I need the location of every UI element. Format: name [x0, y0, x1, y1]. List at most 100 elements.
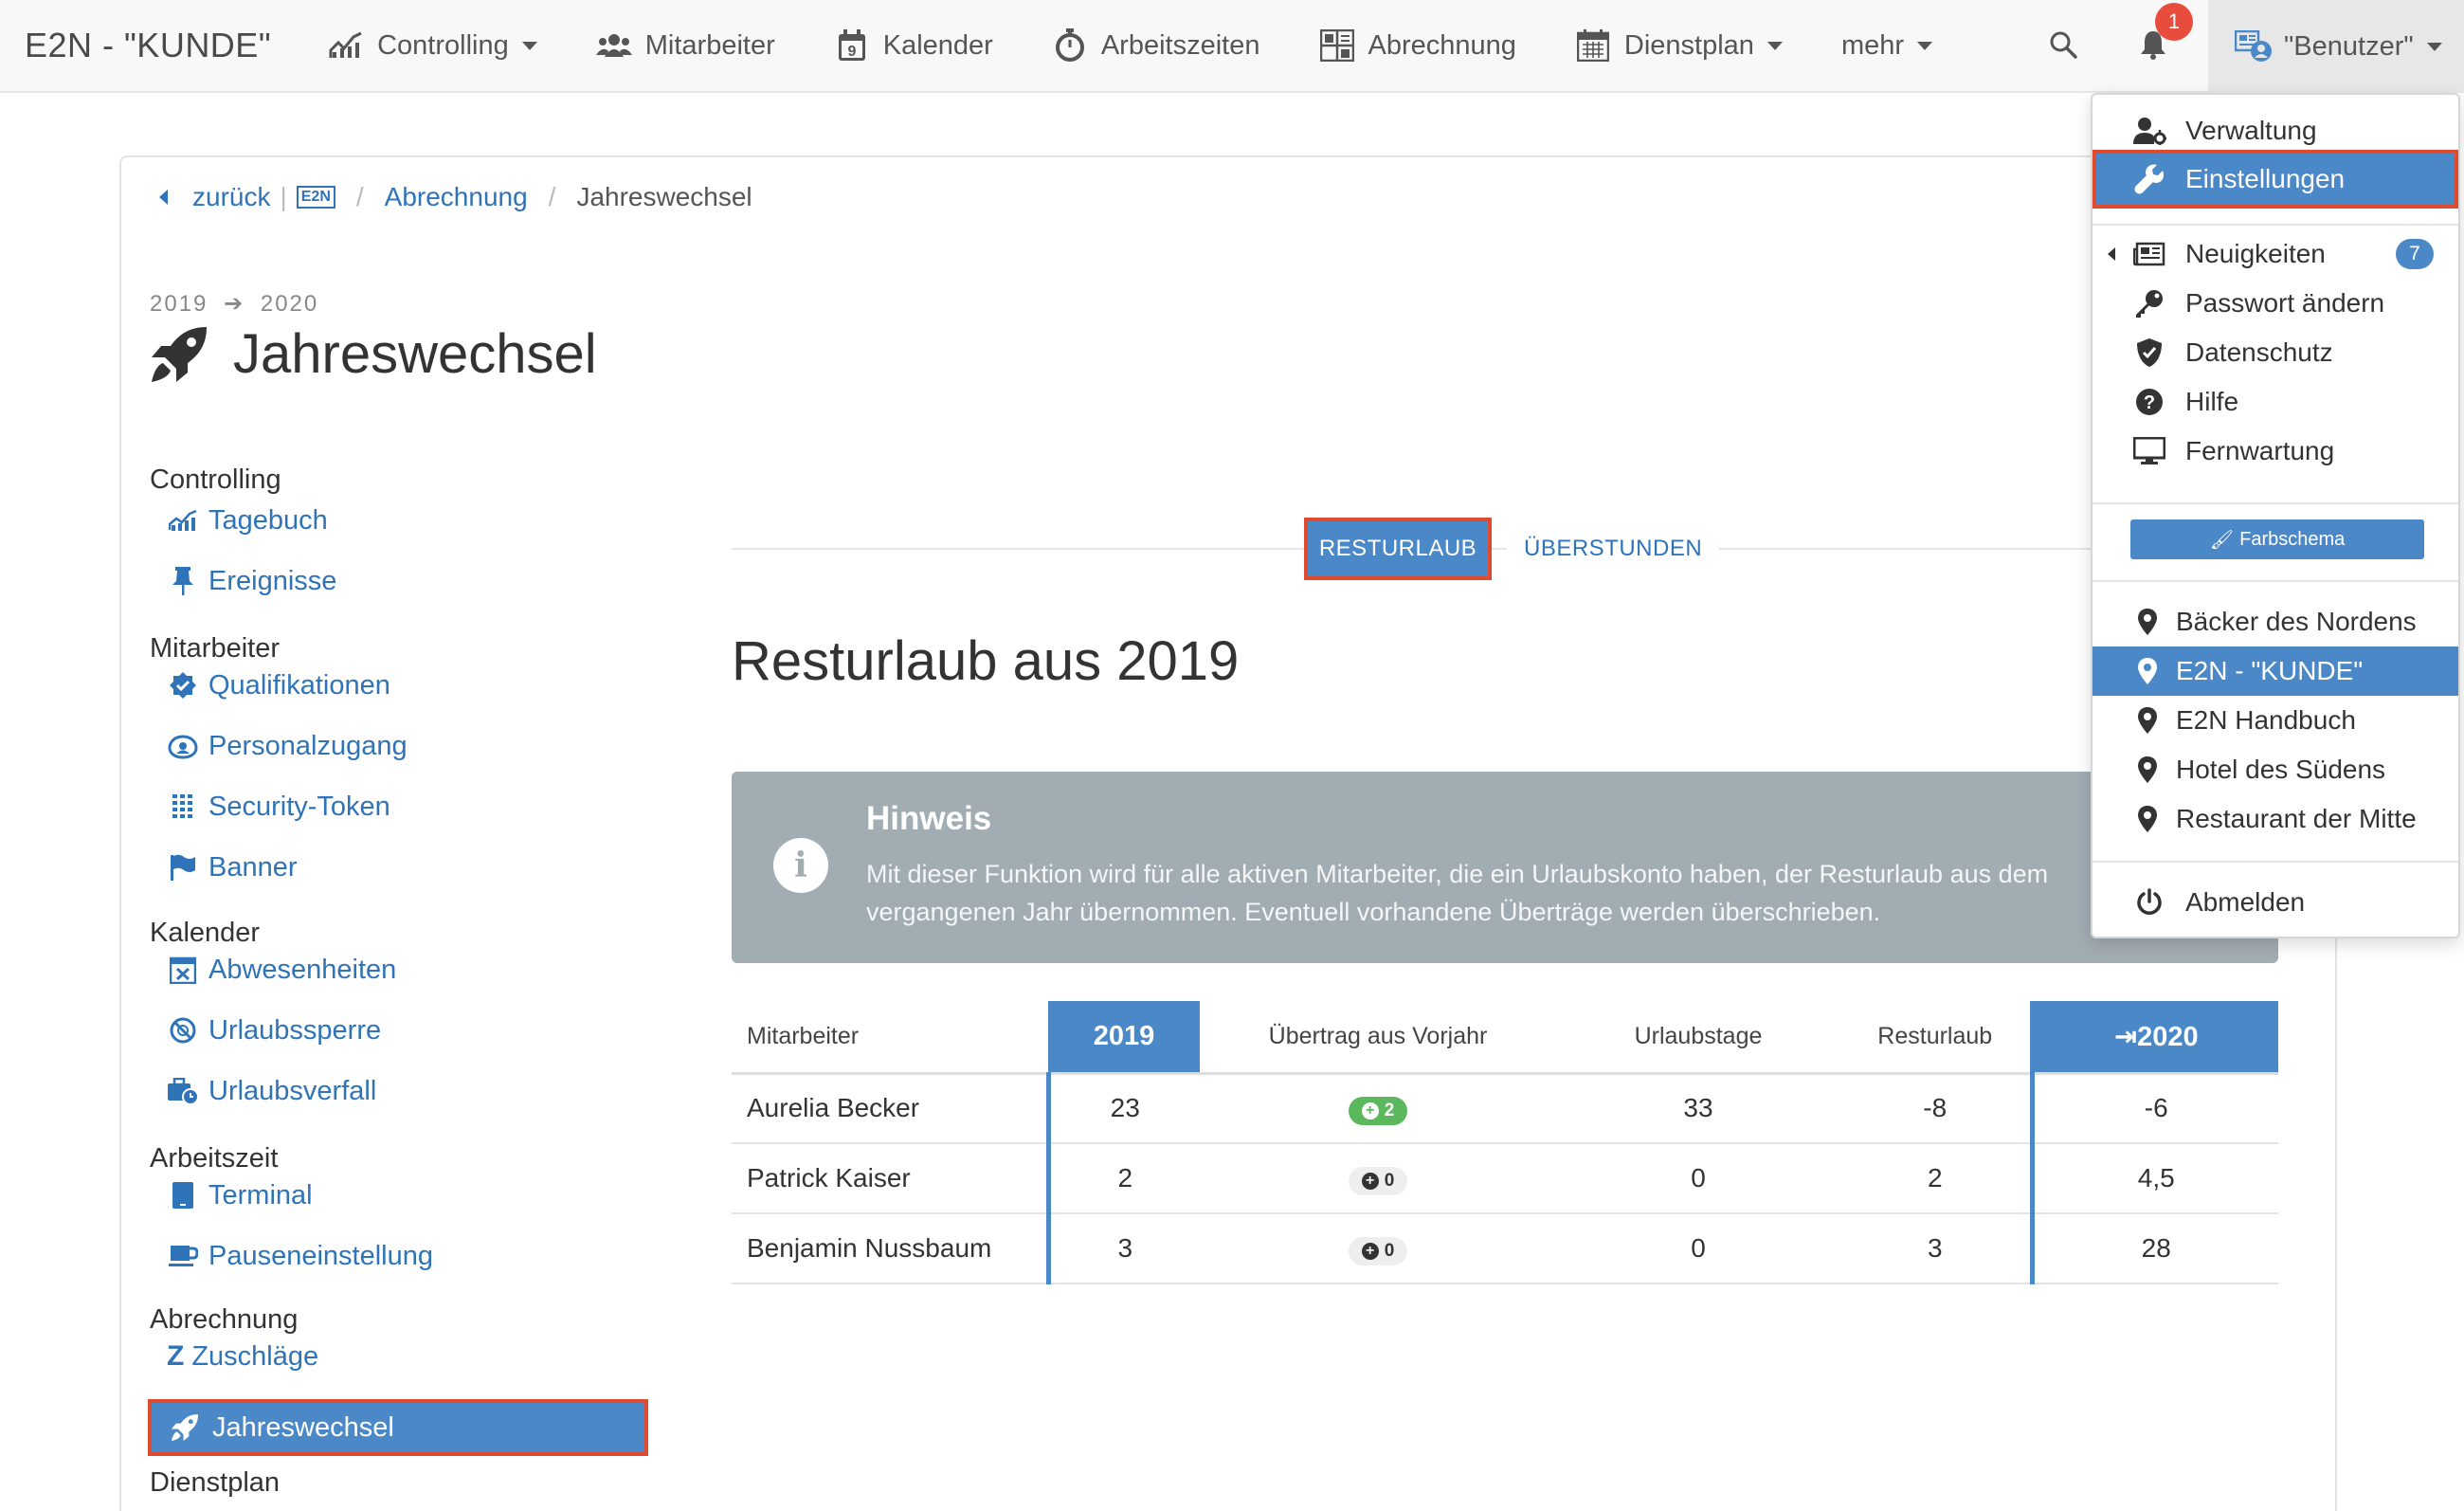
- navbar-right: 1 "Benutzer": [2049, 0, 2464, 93]
- tab-ueberstunden[interactable]: ÜBERSTUNDEN: [1507, 518, 1720, 580]
- sidebar-item-pauseneinstellung[interactable]: Pauseneinstellung: [150, 1240, 433, 1272]
- col-urlaubstage: Urlaubstage: [1556, 1001, 1840, 1075]
- plus-circle-icon: +: [1361, 1102, 1379, 1120]
- menu-item-passwort[interactable]: Passwort ändern: [2093, 279, 2458, 328]
- cell-uebertrag: +2: [1200, 1073, 1556, 1144]
- farbschema-button[interactable]: 🖌 Farbschema: [2130, 519, 2424, 559]
- page-title: Jahreswechsel: [150, 322, 597, 386]
- brand-title[interactable]: E2N - "KUNDE": [25, 26, 271, 65]
- breadcrumb-separator: /: [355, 182, 364, 211]
- sidebar-item-label: Jahreswechsel: [212, 1411, 394, 1443]
- cell-2020: 4,5: [2029, 1143, 2278, 1214]
- nav-controlling[interactable]: Controlling: [328, 27, 537, 64]
- menu-item-neuigkeiten[interactable]: Neuigkeiten 7: [2093, 229, 2458, 279]
- tab-resturlaub[interactable]: RESTURLAUB: [1304, 518, 1492, 580]
- nav-dienstplan[interactable]: Dienstplan: [1575, 27, 1783, 64]
- svg-text:?: ?: [2144, 392, 2155, 413]
- uebertrag-pill[interactable]: +0: [1348, 1237, 1408, 1265]
- notifications[interactable]: 1: [2140, 2, 2193, 64]
- sidebar-item-label: Ereignisse: [208, 565, 337, 596]
- location-item[interactable]: Restaurant der Mitte: [2093, 794, 2458, 844]
- nav-dienstplan-label: Dienstplan: [1623, 29, 1754, 61]
- sidebar-item-banner[interactable]: Banner: [150, 851, 298, 883]
- nav-arbeitszeiten-label: Arbeitszeiten: [1100, 29, 1260, 61]
- sidebar-item-jahreswechsel[interactable]: Jahreswechsel: [148, 1399, 648, 1456]
- table-row: Benjamin Nussbaum 3 +0 0 3 28: [732, 1213, 2278, 1284]
- location-item-selected[interactable]: E2N - "KUNDE": [2093, 646, 2458, 696]
- stopwatch-icon: [1052, 27, 1088, 64]
- user-menu-button[interactable]: "Benutzer": [2208, 0, 2464, 93]
- col-2020: ⇥2020: [2029, 1001, 2278, 1075]
- menu-item-abmelden[interactable]: Abmelden: [2093, 878, 2458, 927]
- power-off-icon: [2130, 883, 2168, 921]
- notification-badge: 1: [2155, 2, 2193, 41]
- sidebar-item-label: Pauseneinstellung: [208, 1240, 434, 1271]
- sidebar-item-security-token[interactable]: Security-Token: [150, 791, 390, 823]
- chart-area-icon: [167, 504, 199, 537]
- menu-item-datenschutz[interactable]: Datenschutz: [2093, 328, 2458, 377]
- plus-circle-icon: +: [1361, 1243, 1379, 1260]
- menu-item-verwaltung[interactable]: Verwaltung: [2093, 106, 2458, 155]
- nav-mehr[interactable]: mehr: [1841, 30, 1933, 62]
- uebertrag-pill[interactable]: +2: [1348, 1097, 1408, 1126]
- sidebar-group-kalender: Kalender: [150, 918, 261, 948]
- cell-2020: -6: [2029, 1073, 2278, 1144]
- search-icon[interactable]: [2049, 30, 2077, 64]
- calendar-x-icon: [167, 954, 199, 986]
- menu-item-fernwartung[interactable]: Fernwartung: [2093, 427, 2458, 476]
- nav-kalender[interactable]: 9 Kalender: [834, 27, 993, 64]
- info-icon: i: [773, 838, 828, 893]
- cell-urlaubstage: 0: [1556, 1213, 1840, 1284]
- sidebar-item-abwesenheiten[interactable]: Abwesenheiten: [150, 954, 396, 986]
- tablet-icon: [167, 1179, 199, 1211]
- sidebar-item-ereignisse[interactable]: Ereignisse: [150, 565, 336, 597]
- location-item[interactable]: Hotel des Südens: [2093, 745, 2458, 794]
- sidebar-group-arbeitszeit: Arbeitszeit: [150, 1143, 279, 1174]
- breadcrumb-back-link[interactable]: zurück: [192, 182, 270, 212]
- sidebar-item-zuschlaege[interactable]: Z Zuschläge: [150, 1340, 318, 1373]
- uebertrag-pill[interactable]: +0: [1348, 1167, 1408, 1195]
- sidebar-group-controlling: Controlling: [150, 464, 281, 495]
- sidebar-item-terminal[interactable]: Terminal: [150, 1179, 313, 1211]
- nav-arbeitszeiten[interactable]: Arbeitszeiten: [1052, 27, 1260, 64]
- sidebar-item-urlaubsverfall[interactable]: Urlaubsverfall: [150, 1075, 376, 1107]
- nav-mitarbeiter[interactable]: Mitarbeiter: [595, 27, 775, 64]
- caret-left-icon: [159, 190, 168, 205]
- keypad-icon: [167, 791, 199, 823]
- breadcrumb-current: Jahreswechsel: [576, 182, 752, 211]
- sidebar-item-qualifikationen[interactable]: Qualifikationen: [150, 669, 390, 701]
- year-range: 2019 ➔ 2020: [150, 290, 318, 318]
- cell-resturlaub: -8: [1840, 1073, 2032, 1144]
- sidebar-item-urlaubssperre[interactable]: Urlaubssperre: [150, 1014, 381, 1047]
- breadcrumb: zurück | E2N / Abrechnung / Jahreswechse…: [159, 182, 752, 212]
- rocket-icon: [171, 1413, 199, 1442]
- location-item[interactable]: E2N Handbuch: [2093, 696, 2458, 745]
- uebertrag-value: 0: [1384, 1171, 1395, 1191]
- nav-kalender-label: Kalender: [882, 29, 993, 61]
- arrow-to-right-icon: ⇥: [2113, 1021, 2138, 1052]
- nav-abrechnung-label: Abrechnung: [1368, 29, 1516, 61]
- menu-item-label: Verwaltung: [2185, 116, 2317, 145]
- cell-resturlaub: 2: [1840, 1143, 2032, 1214]
- location-item[interactable]: Bäcker des Nordens: [2093, 597, 2458, 646]
- calendar-grid-icon: [1575, 27, 1611, 64]
- breadcrumb-abrechnung[interactable]: Abrechnung: [385, 182, 528, 212]
- location-label: Hotel des Südens: [2176, 755, 2386, 784]
- cell-urlaubstage: 0: [1556, 1143, 1840, 1214]
- sidebar-item-label: Abwesenheiten: [208, 954, 397, 985]
- sidebar-item-personalzugang[interactable]: Personalzugang: [150, 730, 408, 762]
- user-dropdown-menu: Verwaltung Einstellungen Neuigkeiten 7 P…: [2091, 93, 2460, 938]
- cell-name: Benjamin Nussbaum: [732, 1213, 1048, 1284]
- nav-abrechnung[interactable]: Abrechnung: [1319, 27, 1516, 64]
- map-marker-icon: [2129, 751, 2166, 789]
- sidebar-item-tagebuch[interactable]: Tagebuch: [150, 504, 328, 537]
- e2n-logo-icon[interactable]: E2N: [296, 186, 335, 209]
- caret-down-icon: [521, 41, 537, 50]
- table-row: Patrick Kaiser 2 +0 0 2 4,5: [732, 1143, 2278, 1214]
- menu-item-hilfe[interactable]: ? Hilfe: [2093, 377, 2458, 427]
- plus-circle-icon: +: [1361, 1173, 1379, 1190]
- menu-item-einstellungen[interactable]: Einstellungen: [2093, 150, 2458, 209]
- breadcrumb-pipe: |: [280, 182, 287, 211]
- shield-check-icon: [2130, 334, 2168, 372]
- location-label: Restaurant der Mitte: [2176, 804, 2417, 833]
